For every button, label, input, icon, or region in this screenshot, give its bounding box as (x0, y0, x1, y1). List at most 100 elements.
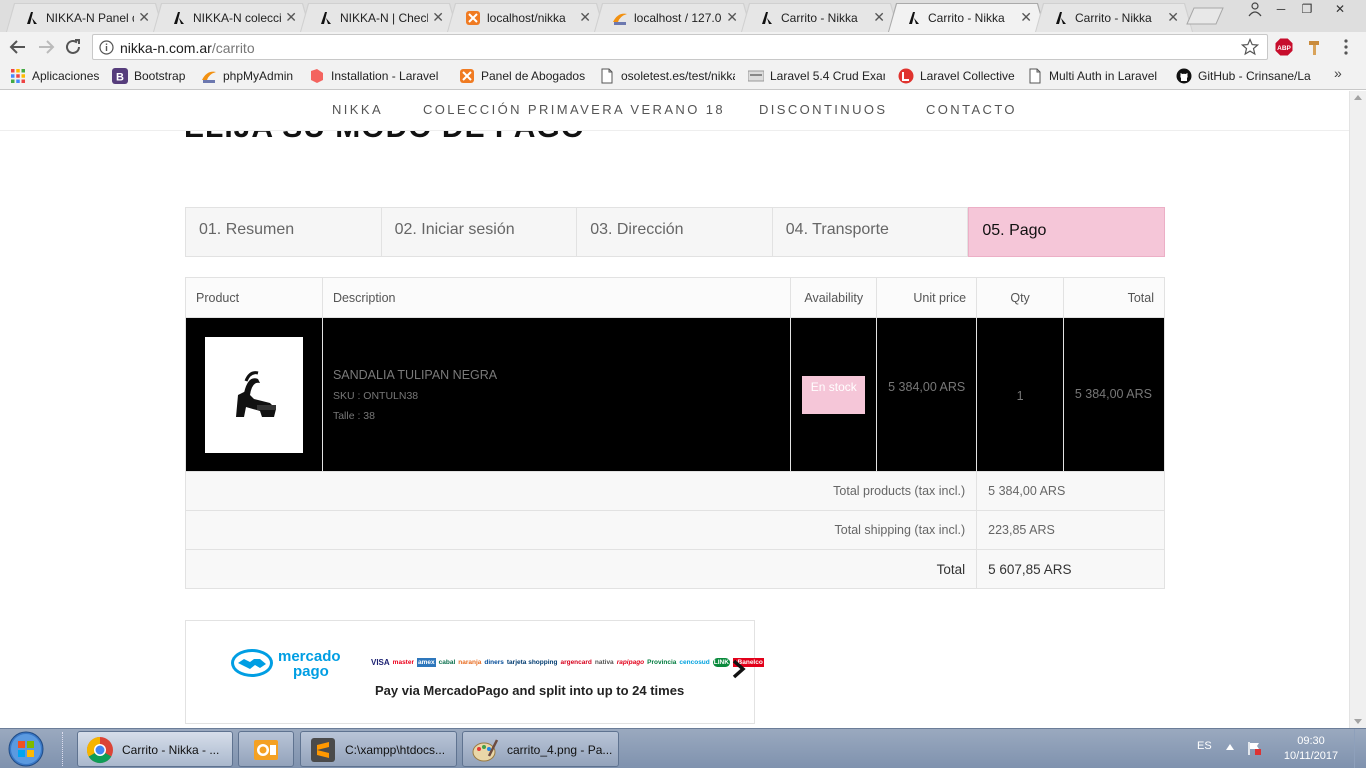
language-indicator[interactable]: ES (1197, 740, 1212, 752)
taskbar-paint[interactable]: carrito_4.png - Pa... (462, 731, 619, 767)
apps-grid-icon (11, 69, 25, 83)
nav-link-contacto[interactable]: CONTACTO (926, 102, 1017, 117)
taskbar-grip (62, 732, 68, 766)
taskbar-label: Carrito - Nikka - ... (122, 743, 220, 757)
action-center-flag-icon[interactable] (1246, 740, 1262, 756)
svg-text:B: B (116, 72, 124, 84)
step-iniciar-sesion[interactable]: 02. Iniciar sesión (382, 208, 578, 256)
forward-button[interactable] (36, 38, 56, 56)
tab-close-icon[interactable]: ✕ (579, 8, 591, 26)
totals-row: Total shipping (tax incl.) 223,85 ARS (184, 510, 1165, 550)
tab-strip: NIKKA-N Panel de ✕ NIKKA-N colección ✕ N… (0, 0, 1366, 32)
bookmark-laravel-install[interactable]: Installation - Laravel (309, 68, 449, 84)
browser-tab-active[interactable]: Carrito - Nikka ✕ (888, 3, 1046, 32)
scroll-up-arrow-icon[interactable] (1354, 95, 1362, 100)
browser-tab[interactable]: NIKKA-N Panel de ✕ (6, 3, 164, 32)
mercadopago-logo: mercado pago (231, 648, 341, 680)
tab-close-icon[interactable]: ✕ (1020, 8, 1032, 26)
header-unit-price: Unit price (876, 277, 978, 318)
bookmark-label: Bootstrap (134, 69, 186, 83)
clock-date: 10/11/2017 (1283, 750, 1339, 762)
taskbar-label: carrito_4.png - Pa... (507, 743, 613, 757)
browser-tab[interactable]: Carrito - Nikka ✕ (741, 3, 899, 32)
taskbar-chrome[interactable]: Carrito - Nikka - ... (77, 731, 233, 767)
bookmark-star-icon[interactable] (1241, 38, 1259, 56)
chrome-icon (86, 736, 113, 764)
bookmark-label: Aplicaciones (32, 69, 100, 83)
bookmark-apps[interactable]: Aplicaciones (10, 68, 99, 84)
page-scrollbar[interactable] (1349, 91, 1366, 728)
show-hidden-icons-icon[interactable] (1226, 744, 1234, 750)
start-button[interactable] (4, 730, 48, 768)
adblock-plus-icon[interactable]: ABP (1275, 38, 1293, 56)
taskbar-sublime[interactable]: C:\xampp\htdocs... (300, 731, 457, 767)
tab-title: NIKKA-N | Check (340, 11, 428, 25)
bookmark-multi-auth[interactable]: Multi Auth in Laravel (1027, 68, 1160, 84)
show-desktop-button[interactable] (1354, 729, 1366, 768)
bookmark-label: Installation - Laravel (331, 69, 439, 83)
info-icon[interactable] (99, 40, 114, 55)
product-name[interactable]: SANDALIA TULIPAN NEGRA (333, 368, 790, 382)
nav-link-discontinuos[interactable]: DISCONTINUOS (759, 102, 887, 117)
bookmarks-overflow-button[interactable]: » (1334, 65, 1342, 81)
clock[interactable]: 09:30 10/11/2017 (1281, 734, 1341, 764)
minimize-button[interactable]: ─ (1268, 0, 1294, 18)
back-button[interactable] (8, 38, 28, 56)
bookmark-phpmyadmin[interactable]: phpMyAdmin (201, 68, 293, 84)
card-shopping: tarjeta shopping (506, 658, 558, 666)
mercadopago-payment-option[interactable]: mercado pago VISA master amex cabal nara… (185, 620, 764, 724)
card-naranja: naranja (458, 658, 482, 666)
tab-close-icon[interactable]: ✕ (726, 8, 738, 26)
bookmark-panel-abogados[interactable]: Panel de Abogados (459, 68, 585, 84)
card-mastercard: master (392, 658, 414, 666)
browser-tab[interactable]: Carrito - Nikka ✕ (1035, 3, 1193, 32)
url-text: nikka-n.com.ar/carrito (120, 40, 255, 56)
restore-button[interactable]: ❐ (1294, 0, 1320, 18)
header-total: Total (1063, 277, 1165, 318)
taskbar-outlook[interactable] (238, 731, 294, 767)
tab-close-icon[interactable]: ✕ (873, 8, 885, 26)
chevron-right-icon[interactable] (730, 659, 748, 679)
tab-title: localhost/nikka (487, 11, 566, 25)
tab-close-icon[interactable]: ✕ (138, 8, 150, 26)
laravel-collective-icon (898, 68, 914, 84)
step-transporte[interactable]: 04. Transporte (773, 208, 969, 256)
sublime-text-icon (311, 738, 335, 762)
hammer-extension-icon[interactable] (1306, 38, 1324, 56)
product-size: Talle : 38 (332, 409, 375, 422)
tab-title: NIKKA-N colección (193, 11, 281, 25)
step-resumen[interactable]: 01. Resumen (186, 208, 382, 256)
browser-tab[interactable]: localhost/nikka ✕ (447, 3, 605, 32)
bookmark-github[interactable]: GitHub - Crinsane/La (1176, 68, 1317, 84)
reload-button[interactable] (64, 38, 84, 56)
scroll-down-arrow-icon[interactable] (1354, 719, 1362, 724)
phpmyadmin-icon (613, 13, 627, 25)
nav-link-nikka[interactable]: NIKKA (332, 102, 383, 117)
card-provincia: Provincia (647, 658, 677, 666)
address-bar[interactable]: nikka-n.com.ar/carrito (92, 34, 1268, 60)
step-pago-active: 05. Pago (968, 207, 1165, 257)
github-icon (1176, 68, 1192, 84)
browser-tab[interactable]: NIKKA-N | Check ✕ (300, 3, 458, 32)
bookmark-laravel-collective[interactable]: Laravel Collective (898, 68, 1015, 84)
chrome-menu-icon[interactable] (1337, 38, 1355, 56)
url-host: nikka-n.com.ar (120, 40, 212, 56)
tab-close-icon[interactable]: ✕ (285, 8, 297, 26)
bookmark-bootstrap[interactable]: B Bootstrap (112, 68, 185, 84)
browser-tab[interactable]: localhost / 127.0 ✕ (594, 3, 752, 32)
product-image[interactable] (205, 336, 303, 453)
browser-tab[interactable]: NIKKA-N colección ✕ (153, 3, 311, 32)
new-tab-button[interactable] (1186, 7, 1224, 25)
bookmark-laravel-crud[interactable]: Laravel 5.4 Crud Exam (748, 68, 885, 84)
tab-title: localhost / 127.0 (634, 11, 722, 25)
user-icon[interactable] (1242, 0, 1268, 18)
nav-link-coleccion[interactable]: COLECCIÓN PRIMAVERA VERANO 18 (423, 102, 725, 117)
tab-close-icon[interactable]: ✕ (1167, 8, 1179, 26)
table-row: SANDALIA TULIPAN NEGRA SKU : ONTULN38 Ta… (185, 317, 1165, 472)
step-direccion[interactable]: 03. Dirección (577, 208, 773, 256)
tab-close-icon[interactable]: ✕ (432, 8, 444, 26)
header-description: Description (321, 277, 792, 318)
close-window-button[interactable]: ✕ (1320, 0, 1360, 18)
bookmark-osoletest[interactable]: osoletest.es/test/nikka (599, 68, 735, 84)
nikka-logo-icon (27, 12, 37, 24)
